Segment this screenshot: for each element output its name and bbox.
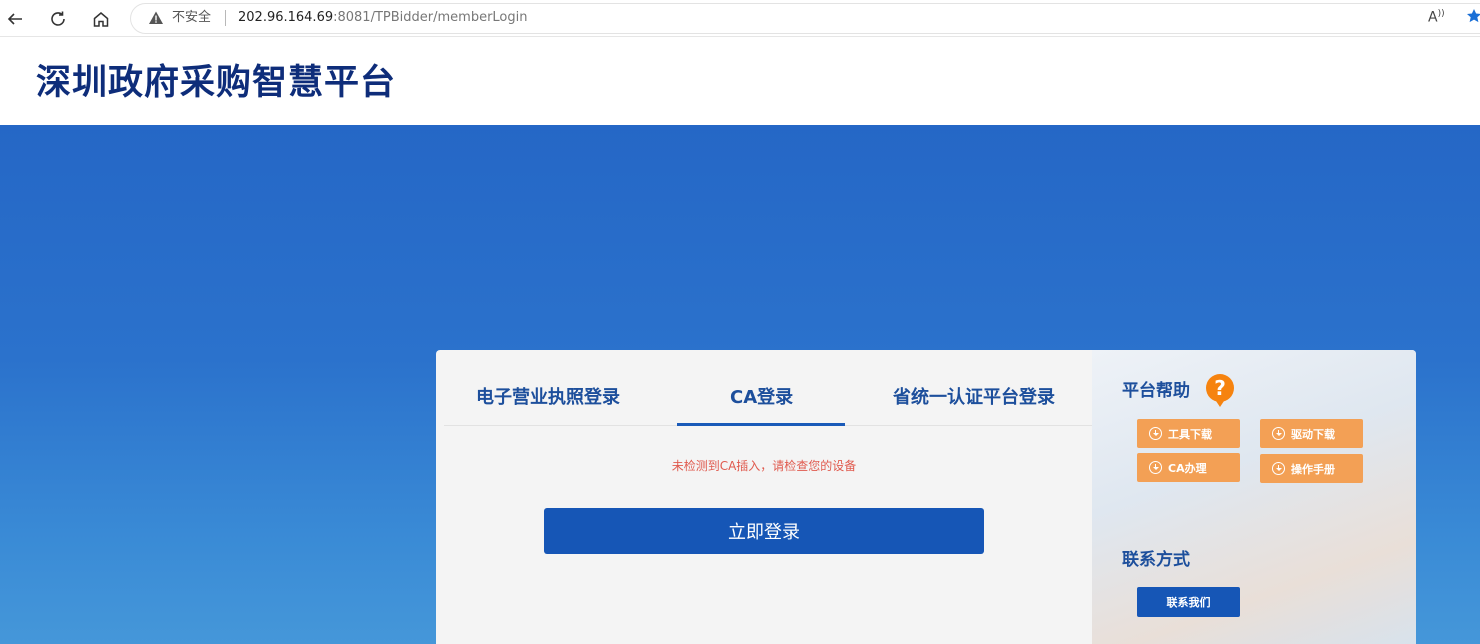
star-icon[interactable] xyxy=(1466,8,1480,24)
url-host: 202.96.164.69 xyxy=(238,10,334,25)
tool-download-button[interactable]: 工具下载 xyxy=(1137,419,1240,448)
driver-download-label: 驱动下载 xyxy=(1291,427,1335,441)
warning-icon[interactable] xyxy=(148,10,164,26)
help-title: 平台帮助 xyxy=(1122,381,1190,401)
reload-button[interactable] xyxy=(45,6,71,32)
download-icon xyxy=(1149,427,1162,440)
download-icon xyxy=(1272,427,1285,440)
active-tab-indicator xyxy=(677,423,845,426)
ca-error-message: 未检测到CA插入，请检查您的设备 xyxy=(671,459,857,473)
login-button[interactable]: 立即登录 xyxy=(544,508,984,554)
tool-download-label: 工具下载 xyxy=(1168,427,1212,441)
url-path: :8081/TPBidder/memberLogin xyxy=(333,10,528,25)
home-icon xyxy=(93,12,109,27)
back-button[interactable] xyxy=(2,6,28,32)
download-icon xyxy=(1272,462,1285,475)
manual-label: 操作手册 xyxy=(1291,462,1335,476)
question-icon: ? xyxy=(1206,374,1234,407)
arrow-left-icon xyxy=(7,13,22,25)
reload-icon xyxy=(51,11,65,26)
ca-apply-label: CA办理 xyxy=(1168,461,1207,475)
contact-us-button[interactable]: 联系我们 xyxy=(1137,587,1240,617)
home-button[interactable] xyxy=(88,6,114,32)
address-separator xyxy=(225,10,226,26)
tab-unified-auth-login[interactable]: 省统一认证平台登录 xyxy=(893,386,1055,410)
contact-title: 联系方式 xyxy=(1122,550,1190,570)
tab-ca-login[interactable]: CA登录 xyxy=(730,386,793,410)
site-header: 深圳政府采购智慧平台 xyxy=(0,37,1480,125)
download-icon xyxy=(1149,461,1162,474)
ca-apply-button[interactable]: CA办理 xyxy=(1137,453,1240,482)
login-tabs: 电子营业执照登录 CA登录 省统一认证平台登录 xyxy=(444,350,1092,426)
url-text[interactable]: 202.96.164.69:8081/TPBidder/memberLogin xyxy=(238,10,527,26)
site-title: 深圳政府采购智慧平台 xyxy=(36,63,397,103)
manual-button[interactable]: 操作手册 xyxy=(1260,454,1363,483)
tab-business-license-login[interactable]: 电子营业执照登录 xyxy=(476,386,620,410)
browser-toolbar: 不安全 202.96.164.69:8081/TPBidder/memberLo… xyxy=(0,0,1480,37)
insecure-label[interactable]: 不安全 xyxy=(172,10,211,26)
login-card: 电子营业执照登录 CA登录 省统一认证平台登录 未检测到CA插入，请检查您的设备… xyxy=(436,350,1416,644)
help-panel: 平台帮助 ? 工具下载 驱动下载 CA办理 操作手册 联系方式 联系我们 xyxy=(1092,350,1416,644)
read-aloud-icon[interactable]: A)) xyxy=(1428,9,1445,26)
driver-download-button[interactable]: 驱动下载 xyxy=(1260,419,1363,448)
